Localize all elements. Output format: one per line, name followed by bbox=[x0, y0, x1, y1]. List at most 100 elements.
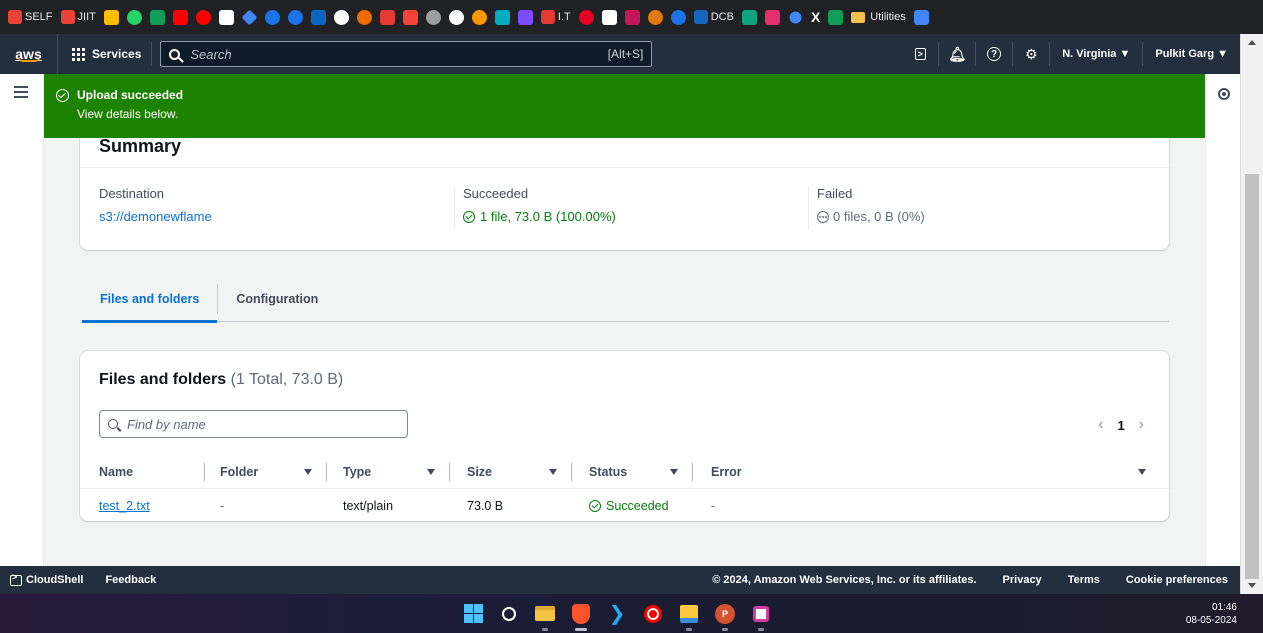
bookmark-github[interactable] bbox=[330, 0, 353, 34]
sort-down-icon[interactable] bbox=[1138, 469, 1146, 475]
bookmark-linkedin[interactable] bbox=[307, 0, 330, 34]
openai-icon bbox=[741, 9, 757, 25]
cloudshell-link[interactable]: CloudShell bbox=[26, 574, 83, 586]
vertical-scrollbar[interactable] bbox=[1240, 34, 1263, 594]
brave-icon[interactable] bbox=[570, 603, 592, 631]
settings-button[interactable]: ⚙ bbox=[1013, 42, 1051, 66]
find-by-name-input[interactable] bbox=[127, 416, 399, 432]
next-page-icon[interactable]: › bbox=[1139, 416, 1144, 434]
bookmark-record[interactable] bbox=[353, 0, 376, 34]
bookmark-jiit[interactable]: JIIT bbox=[57, 0, 100, 34]
console-footer: CloudShell Feedback © 2024, Amazon Web S… bbox=[0, 566, 1240, 594]
bookmark-dub[interactable] bbox=[514, 0, 537, 34]
sort-down-icon[interactable] bbox=[549, 469, 557, 475]
windows-start-icon[interactable] bbox=[462, 603, 484, 625]
bookmark-dcb[interactable]: DCB bbox=[690, 0, 738, 34]
snipping-tool-icon[interactable] bbox=[750, 603, 772, 631]
column-divider[interactable] bbox=[449, 463, 450, 481]
bookmark-ytmusic[interactable] bbox=[192, 0, 215, 34]
search-input[interactable] bbox=[190, 46, 608, 62]
bookmark-codechef[interactable] bbox=[376, 0, 399, 34]
column-header-name[interactable]: Name bbox=[99, 455, 133, 489]
bookmark-x[interactable]: X bbox=[807, 0, 824, 34]
column-divider[interactable] bbox=[571, 463, 572, 481]
bookmark-sheets[interactable] bbox=[146, 0, 169, 34]
previous-page-icon[interactable]: ‹ bbox=[1098, 416, 1103, 434]
bookmark-email[interactable] bbox=[621, 0, 644, 34]
youtube-music-icon[interactable] bbox=[642, 603, 664, 625]
vscode-icon[interactable]: ❯ bbox=[606, 603, 628, 625]
bookmark-drive[interactable] bbox=[100, 0, 123, 34]
bookmark-tool[interactable] bbox=[445, 0, 468, 34]
powerpoint-icon[interactable]: P bbox=[714, 603, 736, 631]
help-button[interactable]: ? bbox=[976, 42, 1014, 66]
bookmark-play[interactable] bbox=[261, 0, 284, 34]
search-icon[interactable] bbox=[498, 603, 520, 625]
bookmark-instagram[interactable] bbox=[761, 0, 784, 34]
bookmark-youtube[interactable] bbox=[169, 0, 192, 34]
bookmark-pinterest[interactable] bbox=[575, 0, 598, 34]
file-name-link[interactable]: test_2.txt bbox=[99, 490, 150, 522]
scroll-up-icon[interactable] bbox=[1248, 40, 1256, 45]
tab-configuration[interactable]: Configuration bbox=[218, 276, 336, 322]
search-icon bbox=[169, 48, 181, 60]
bookmark-docs[interactable] bbox=[910, 0, 933, 34]
sticky-notes-icon[interactable] bbox=[678, 603, 700, 631]
bookmark-circle[interactable] bbox=[468, 0, 491, 34]
bookmark-notion[interactable] bbox=[598, 0, 621, 34]
column-header-status[interactable]: Status bbox=[589, 455, 627, 489]
column-header-error[interactable]: Error bbox=[711, 455, 742, 489]
bookmark-folder-utilities[interactable]: Utilities bbox=[847, 0, 909, 34]
privacy-link[interactable]: Privacy bbox=[1003, 574, 1042, 586]
file-explorer-icon[interactable] bbox=[534, 603, 556, 631]
bookmark-sheet[interactable] bbox=[824, 0, 847, 34]
brave-lion-icon bbox=[572, 603, 590, 624]
bookmark-gear[interactable] bbox=[422, 0, 445, 34]
region-selector[interactable]: N. Virginia ▼ bbox=[1050, 42, 1144, 66]
cookie-preferences-link[interactable]: Cookie preferences bbox=[1126, 574, 1228, 586]
gmail-icon bbox=[8, 10, 22, 24]
settings-icon[interactable] bbox=[1218, 88, 1230, 100]
column-divider[interactable] bbox=[326, 463, 327, 481]
system-clock[interactable]: 01:46 08-05-2024 bbox=[1186, 601, 1237, 627]
destination-link[interactable]: s3://demonewflame bbox=[99, 209, 212, 224]
bookmark-codeforces[interactable] bbox=[399, 0, 422, 34]
tab-files-and-folders[interactable]: Files and folders bbox=[82, 276, 218, 323]
bookmark-blue[interactable] bbox=[284, 0, 307, 34]
bookmark-openai[interactable] bbox=[738, 0, 761, 34]
bookmark-whatsapp[interactable] bbox=[123, 0, 146, 34]
aws-logo[interactable]: aws bbox=[0, 34, 58, 74]
succeeded-label: Succeeded bbox=[463, 186, 529, 201]
column-divider[interactable] bbox=[204, 463, 205, 481]
notifications-button[interactable]: 🔔︎ bbox=[939, 42, 977, 66]
bookmark-self[interactable]: SELF bbox=[4, 0, 57, 34]
cloudshell-button[interactable]: > bbox=[902, 42, 940, 66]
bookmark-screen[interactable] bbox=[491, 0, 514, 34]
feedback-link[interactable]: Feedback bbox=[105, 574, 156, 586]
bookmark-c[interactable] bbox=[667, 0, 690, 34]
divider bbox=[80, 167, 1169, 168]
bookmark-diamond[interactable] bbox=[238, 0, 261, 34]
bookmark-amazon[interactable] bbox=[215, 0, 238, 34]
sort-down-icon[interactable] bbox=[670, 469, 678, 475]
failed-column: Failed 0 files, 0 B (0%) bbox=[817, 186, 925, 224]
sort-down-icon[interactable] bbox=[304, 469, 312, 475]
column-header-type[interactable]: Type bbox=[343, 455, 371, 489]
sort-down-icon[interactable] bbox=[427, 469, 435, 475]
services-menu-button[interactable]: Services bbox=[58, 42, 153, 66]
summary-heading: Summary bbox=[99, 136, 182, 156]
terms-link[interactable]: Terms bbox=[1068, 574, 1100, 586]
scrollbar-thumb[interactable] bbox=[1245, 174, 1259, 579]
folder-icon bbox=[535, 606, 555, 621]
column-header-folder[interactable]: Folder bbox=[220, 455, 258, 489]
column-header-size[interactable]: Size bbox=[467, 455, 492, 489]
bookmark-it[interactable]: I.T bbox=[537, 0, 575, 34]
bookmark-gemini[interactable] bbox=[784, 0, 807, 34]
destination-label: Destination bbox=[99, 186, 165, 201]
menu-icon[interactable] bbox=[14, 86, 28, 101]
bookmark-java[interactable] bbox=[644, 0, 667, 34]
scroll-down-icon[interactable] bbox=[1248, 583, 1256, 588]
column-divider[interactable] bbox=[692, 463, 693, 481]
account-menu[interactable]: Pulkit Garg ▼ bbox=[1143, 42, 1240, 66]
page-number[interactable]: 1 bbox=[1117, 418, 1124, 433]
